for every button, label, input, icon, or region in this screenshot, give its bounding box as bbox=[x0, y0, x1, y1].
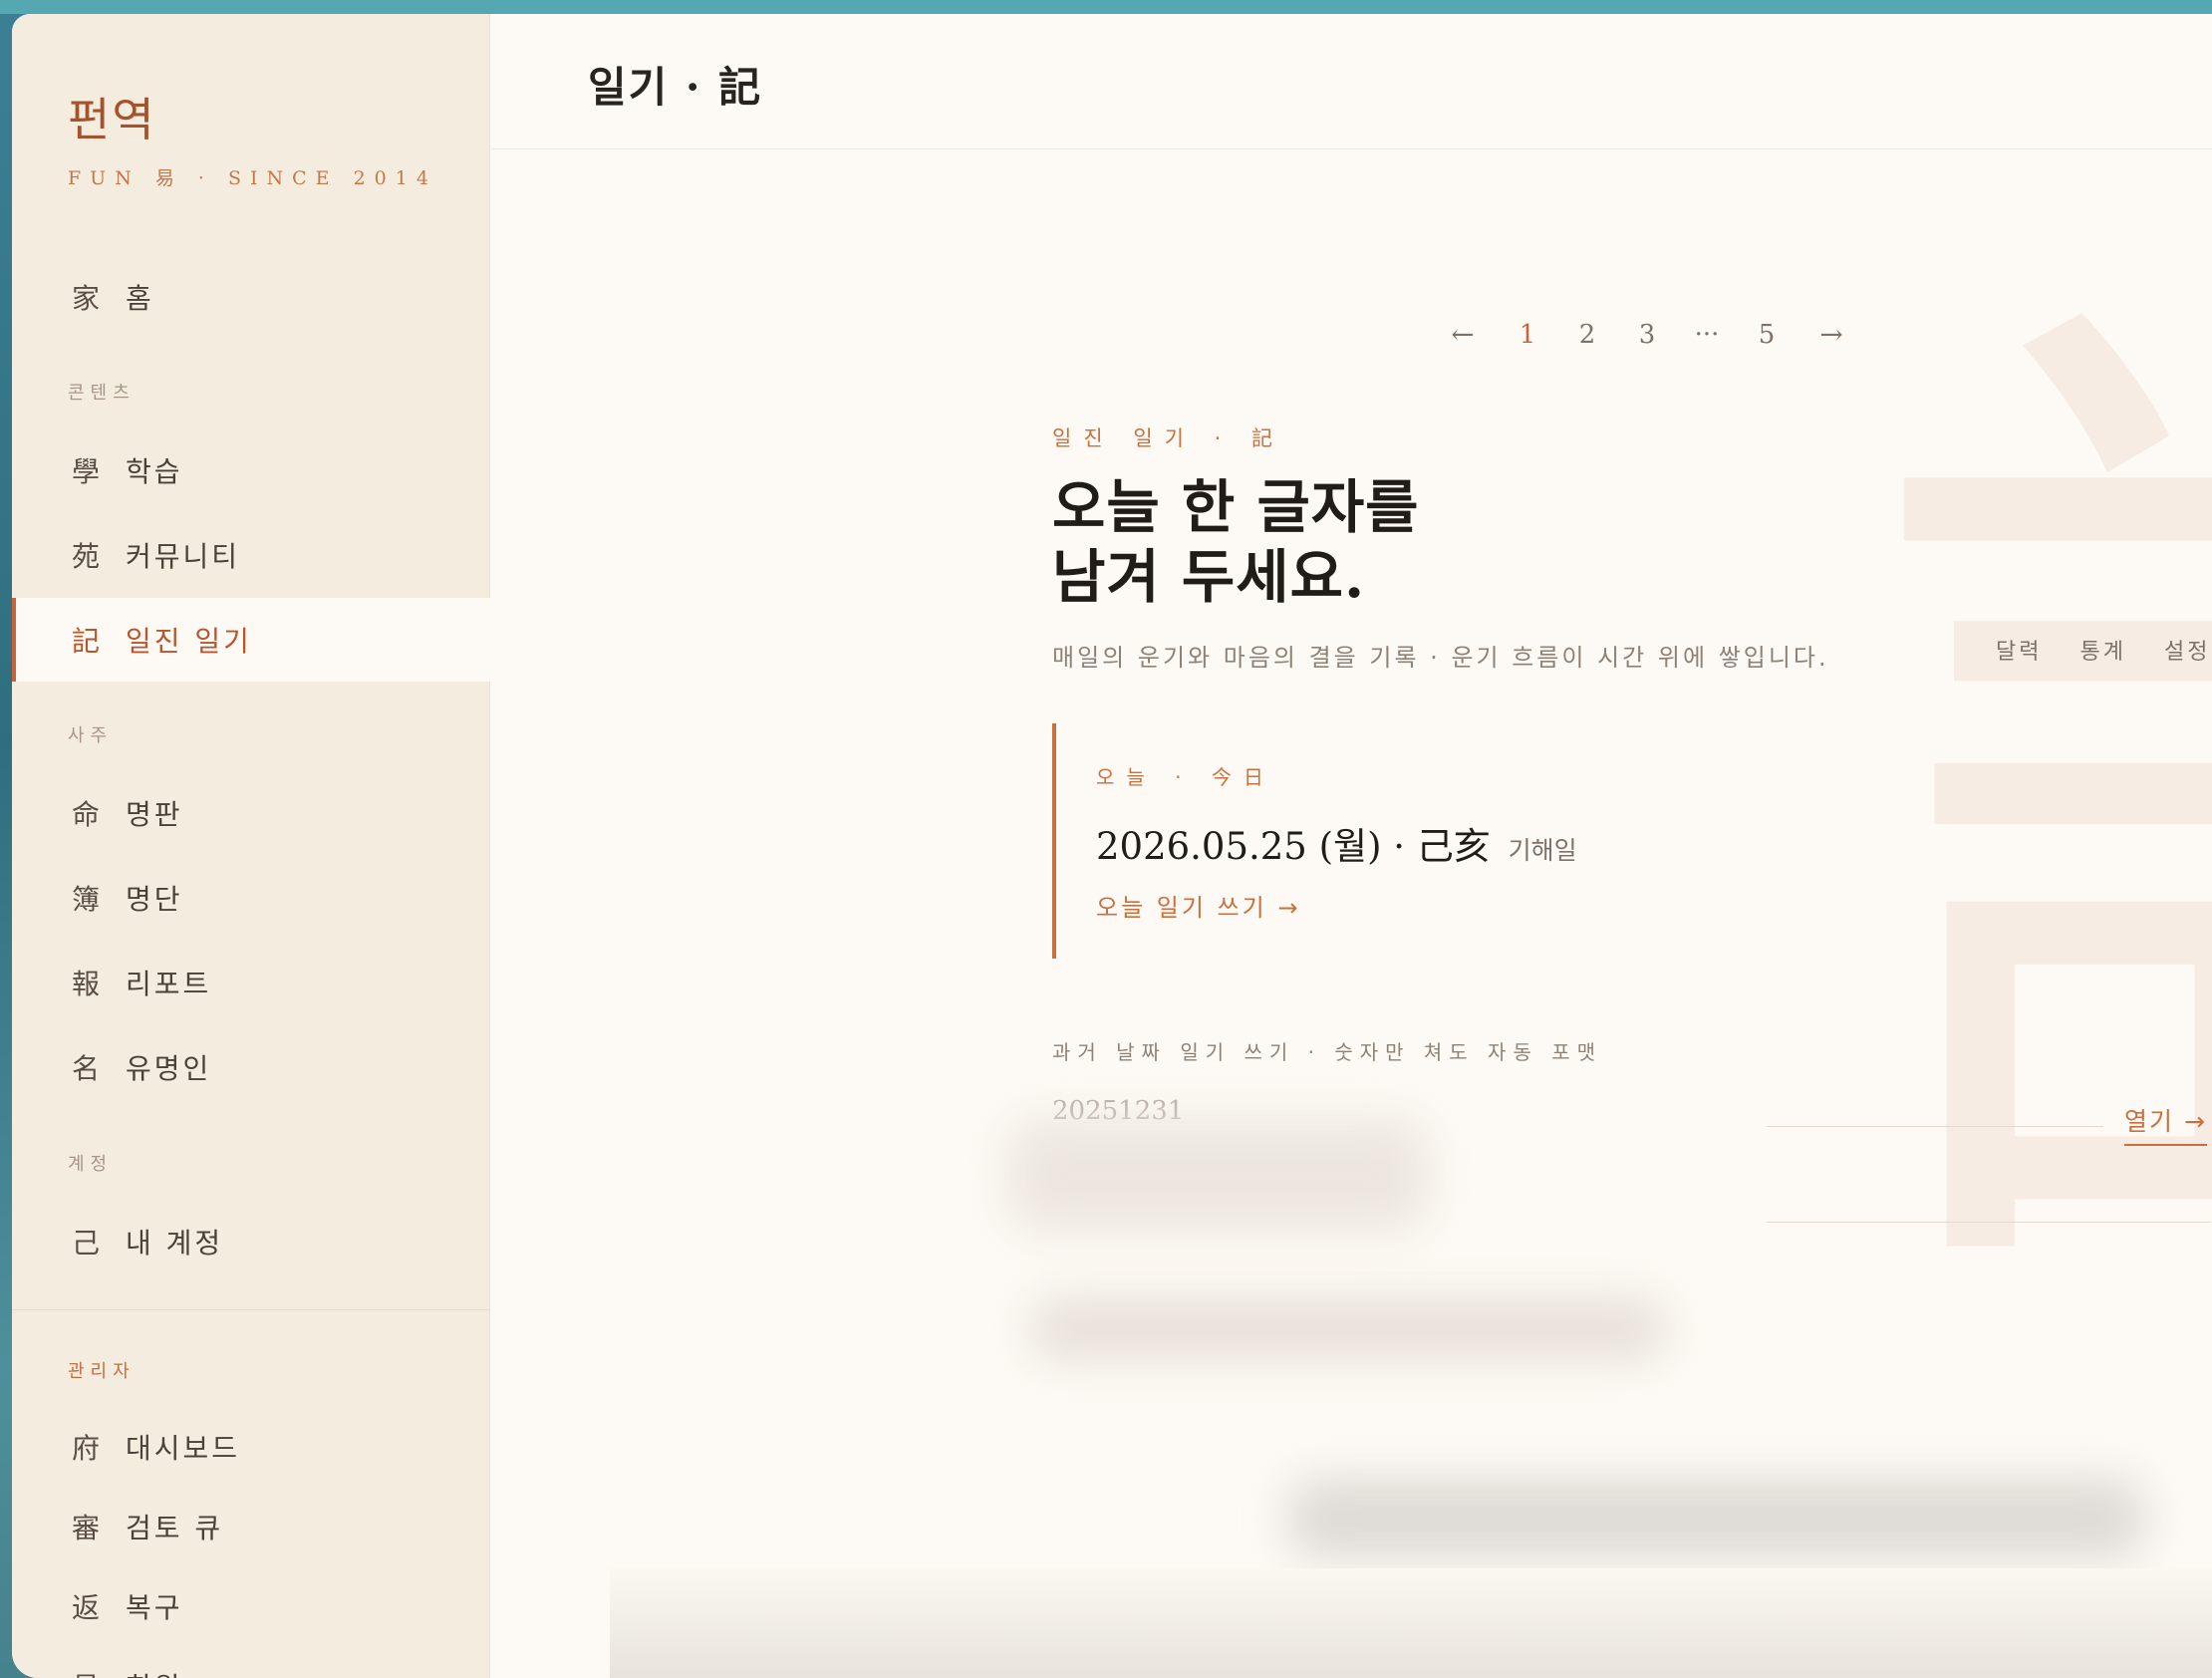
sidebar-item-chart[interactable]: 命 명판 bbox=[12, 771, 490, 855]
today-label: 오늘 · 今日 bbox=[1096, 765, 1275, 789]
hero-headline-line-2: 남겨 두세요. bbox=[1052, 543, 1366, 611]
brand[interactable]: 펀역 FUN 易 · SINCE 2014 bbox=[68, 84, 437, 190]
sidebar-section-admin: 관리자 bbox=[68, 1361, 136, 1382]
sidebar-item-restore[interactable]: 返 복구 bbox=[12, 1564, 490, 1648]
blurred-content bbox=[1029, 1299, 1667, 1359]
members-hanja-icon: 員 bbox=[72, 1666, 126, 1678]
roster-hanja-icon: 簿 bbox=[72, 883, 104, 916]
pager-page-1[interactable]: 1 bbox=[1498, 320, 1557, 350]
pager-page-3[interactable]: 3 bbox=[1617, 320, 1677, 350]
chart-hanja-icon: 命 bbox=[72, 798, 104, 831]
brand-subtitle: FUN 易 · SINCE 2014 bbox=[68, 167, 437, 189]
blurred-content bbox=[1288, 1479, 2145, 1558]
sidebar-item-label: 유명인 bbox=[126, 1052, 212, 1085]
sidebar-item-my-account[interactable]: 己 내 계정 bbox=[12, 1200, 490, 1283]
dashboard-hanja-icon: 府 bbox=[72, 1432, 104, 1465]
sidebar-item-diary[interactable]: 記 일진 일기 bbox=[12, 598, 490, 682]
sidebar-item-dashboard[interactable]: 府 대시보드 bbox=[12, 1405, 490, 1489]
sidebar-item-roster[interactable]: 簿 명단 bbox=[12, 856, 490, 940]
sidebar-item-label: 내 계정 bbox=[126, 1227, 224, 1259]
main-content: 記 일기 · 記 ← 1 2 3 ··· 5 → 일진 일기 · 記 오늘 한 … bbox=[491, 14, 2212, 1678]
write-today-link[interactable]: 오늘 일기 쓰기 → bbox=[1096, 888, 1610, 923]
sidebar-item-members[interactable]: 員 회원 bbox=[12, 1644, 490, 1678]
open-diary-button[interactable]: 열기 → bbox=[2124, 1102, 2207, 1146]
hero-eyebrow: 일진 일기 · 記 bbox=[1052, 426, 1284, 450]
today-card: 오늘 · 今日 2026.05.25 (월) · 己亥 기해일 오늘 일기 쓰기… bbox=[1052, 723, 1610, 959]
sidebar-divider bbox=[12, 1309, 490, 1310]
sidebar-item-report[interactable]: 報 리포트 bbox=[12, 941, 490, 1024]
app-window: 펀역 FUN 易 · SINCE 2014 家 홈 콘텐츠 學 학습 苑 커뮤니… bbox=[12, 14, 2212, 1678]
diary-subnav: 달력 통계 설정 bbox=[1996, 634, 2210, 666]
diary-hanja-icon: 記 bbox=[72, 625, 104, 658]
sidebar-item-label: 커뮤니티 bbox=[126, 540, 241, 573]
hero-headline: 오늘 한 글자를 남겨 두세요. bbox=[1052, 472, 1420, 612]
input-underline bbox=[1767, 1126, 2103, 1127]
divider-line bbox=[1767, 1222, 2211, 1223]
sidebar: 펀역 FUN 易 · SINCE 2014 家 홈 콘텐츠 學 학습 苑 커뮤니… bbox=[12, 14, 490, 1678]
sidebar-section-saju: 사주 bbox=[68, 725, 114, 746]
sidebar-item-label: 명단 bbox=[126, 883, 183, 916]
sidebar-item-label: 홈 bbox=[126, 282, 154, 315]
learning-hanja-icon: 學 bbox=[72, 455, 104, 488]
hero-headline-line-1: 오늘 한 글자를 bbox=[1052, 473, 1420, 541]
desktop-top-strip bbox=[0, 0, 2212, 14]
sidebar-item-label: 복구 bbox=[126, 1591, 183, 1624]
celebrity-hanja-icon: 名 bbox=[72, 1052, 104, 1085]
pagination: ← 1 2 3 ··· 5 → bbox=[1428, 318, 1866, 351]
sidebar-item-label: 회원 bbox=[126, 1666, 183, 1678]
sidebar-item-community[interactable]: 苑 커뮤니티 bbox=[12, 513, 490, 597]
sidebar-item-label: 명판 bbox=[126, 798, 183, 831]
sidebar-item-home[interactable]: 家 홈 bbox=[12, 255, 490, 339]
today-date: 2026.05.25 (월) · 己亥 기해일 bbox=[1096, 816, 1610, 870]
hero-lede: 매일의 운기와 마음의 결을 기록 · 운기 흐름이 시간 위에 쌓입니다. bbox=[1052, 644, 1829, 672]
report-hanja-icon: 報 bbox=[72, 968, 104, 1000]
sidebar-item-label: 대시보드 bbox=[126, 1432, 241, 1465]
restore-hanja-icon: 返 bbox=[72, 1591, 104, 1624]
sidebar-section-account: 계정 bbox=[68, 1154, 114, 1175]
home-hanja-icon: 家 bbox=[72, 282, 104, 315]
subnav-stats-link[interactable]: 통계 bbox=[2079, 634, 2125, 666]
sidebar-item-label: 학습 bbox=[126, 455, 183, 488]
sidebar-section-contents: 콘텐츠 bbox=[68, 383, 136, 404]
review-hanja-icon: 審 bbox=[72, 1512, 104, 1544]
pager-ellipsis: ··· bbox=[1694, 319, 1720, 350]
subnav-calendar-link[interactable]: 달력 bbox=[1996, 634, 2042, 666]
page-title: 일기 · 記 bbox=[588, 63, 763, 112]
brand-name: 펀역 bbox=[68, 93, 156, 146]
page-header: 일기 · 記 bbox=[491, 14, 2212, 149]
pager-page-5[interactable]: 5 bbox=[1737, 320, 1797, 350]
sidebar-item-learning[interactable]: 學 학습 bbox=[12, 428, 490, 512]
sidebar-item-label: 일진 일기 bbox=[126, 625, 252, 658]
pager-page-2[interactable]: 2 bbox=[1557, 320, 1617, 350]
sidebar-item-label: 리포트 bbox=[126, 968, 212, 1000]
bottom-overlay bbox=[610, 1568, 2212, 1678]
watermark-glyph: 記 bbox=[1861, 313, 2212, 1329]
sidebar-item-celebrity[interactable]: 名 유명인 bbox=[12, 1025, 490, 1109]
past-date-label: 과거 날짜 일기 쓰기 · 숫자만 쳐도 자동 포맷 bbox=[1052, 1040, 1603, 1064]
sidebar-item-label: 검토 큐 bbox=[126, 1512, 224, 1544]
sidebar-item-review-queue[interactable]: 審 검토 큐 bbox=[12, 1485, 490, 1568]
blurred-content bbox=[1009, 1120, 1428, 1230]
today-ganji-day: 기해일 bbox=[1508, 836, 1577, 865]
community-hanja-icon: 苑 bbox=[72, 540, 104, 573]
subnav-settings-link[interactable]: 설정 bbox=[2164, 634, 2210, 666]
pager-prev-button[interactable]: ← bbox=[1428, 318, 1498, 351]
today-date-value: 2026.05.25 (월) · 己亥 bbox=[1096, 825, 1491, 868]
account-hanja-icon: 己 bbox=[72, 1227, 104, 1259]
pager-next-button[interactable]: → bbox=[1797, 318, 1866, 351]
